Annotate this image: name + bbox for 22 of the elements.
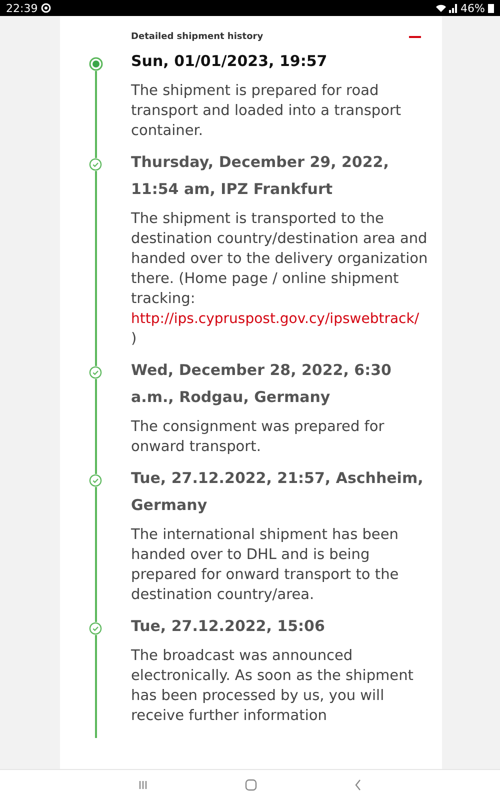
event-heading: Tue, 27.12.2022, 15:06 [131, 616, 326, 637]
event-description: The international shipment has been handed over to DHL and is being prepared for onward transport to the destination country/area. [131, 526, 400, 605]
event-description: The consignment was prepared for onward transport. [131, 418, 386, 457]
home-icon[interactable] [244, 779, 257, 791]
event-heading: Tue, 27.12.2022, 21:57, Aschheim, Germany [131, 468, 424, 516]
event-description: The shipment is prepared for road transport and loaded into a transport container. [131, 82, 402, 141]
wifi-icon [436, 4, 446, 12]
battery-icon [488, 3, 494, 13]
event-description: The broadcast was announced electronically. As soon as the shipment has been processed by us, you will receive further information [131, 647, 414, 726]
back-icon[interactable] [354, 779, 362, 791]
closing-parenthesis: ) [131, 331, 137, 347]
status-time: 22:39 [6, 2, 38, 14]
recent-apps-icon[interactable] [138, 780, 148, 790]
battery-percentage: 46% [460, 2, 485, 14]
section-title: Detailed shipment history [131, 32, 264, 42]
notification-icon [40, 3, 51, 13]
event-heading: Sun, 01/01/2023, 19:57 [131, 51, 328, 72]
event-heading: Wed, December 28, 2022, 6:30 a.m., Rodgau, Germany [131, 360, 392, 408]
event-heading: Thursday, December 29, 2022, 11:54 am, IPZ Frankfurt [131, 152, 390, 200]
event-description: The shipment is transported to the destination country/destination area and handed over to the delivery organization there. (Home page / online shipment tracking: http://ips.cypruspost.gov.cy/ipswebtrack/ ) [131, 210, 429, 349]
tracking-link[interactable]: http://ips.cypruspost.gov.cy/ipswebtrack/ [131, 311, 420, 327]
signal-icon [448, 4, 458, 12]
